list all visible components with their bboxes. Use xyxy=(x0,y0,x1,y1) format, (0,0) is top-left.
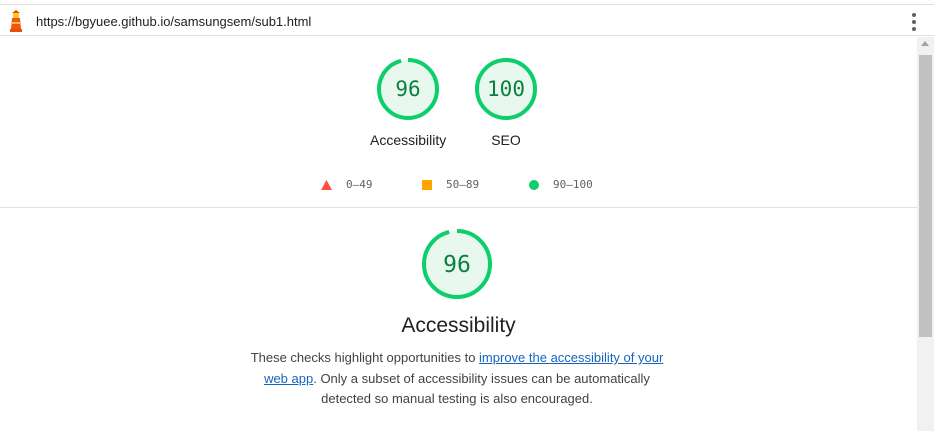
description-text: . Only a subset of accessibility issues … xyxy=(313,370,650,407)
gauge-ring: 96 xyxy=(422,229,492,299)
section-gauge: 96 xyxy=(419,227,495,301)
kebab-menu-icon[interactable] xyxy=(910,13,918,31)
gauge-ring: 100 xyxy=(475,58,537,120)
gauge-score: 100 xyxy=(487,77,525,101)
scroll-up-arrow-icon[interactable] xyxy=(921,41,929,46)
legend-pass: 90–100 xyxy=(529,178,593,191)
url-text[interactable]: https://bgyuee.github.io/samsungsem/sub1… xyxy=(36,14,311,29)
address-bar: https://bgyuee.github.io/samsungsem/sub1… xyxy=(0,4,934,36)
description-text: These checks highlight opportunities to xyxy=(250,350,480,365)
gauge-label: SEO xyxy=(491,132,521,148)
legend-range: 0–49 xyxy=(346,178,373,191)
legend-range: 50–89 xyxy=(446,178,480,191)
gauge-score: 96 xyxy=(443,252,471,278)
square-icon xyxy=(422,179,432,190)
gauge-accessibility[interactable]: 96 Accessibility xyxy=(370,56,446,148)
legend-fail: 0–49 xyxy=(321,178,373,191)
section-title: Accessibility xyxy=(401,314,516,337)
lighthouse-icon xyxy=(10,10,22,32)
gauge-ring: 96 xyxy=(377,58,439,120)
score-legend: 0–49 50–89 90–100 xyxy=(0,178,917,194)
gauge-score: 96 xyxy=(395,77,420,101)
circle-icon xyxy=(529,179,539,190)
gauge-label: Accessibility xyxy=(370,132,447,148)
triangle-icon xyxy=(321,179,332,190)
legend-average: 50–89 xyxy=(422,178,479,191)
scroll-thumb[interactable] xyxy=(919,55,932,337)
vertical-scrollbar[interactable] xyxy=(917,37,934,431)
section-divider xyxy=(0,207,917,208)
report-content: 96 Accessibility 100 SEO 0–49 50–89 90–1… xyxy=(0,37,917,431)
legend-range: 90–100 xyxy=(553,178,593,191)
gauge-seo[interactable]: 100 SEO xyxy=(468,56,544,148)
section-description: These checks highlight opportunities to … xyxy=(250,348,664,410)
